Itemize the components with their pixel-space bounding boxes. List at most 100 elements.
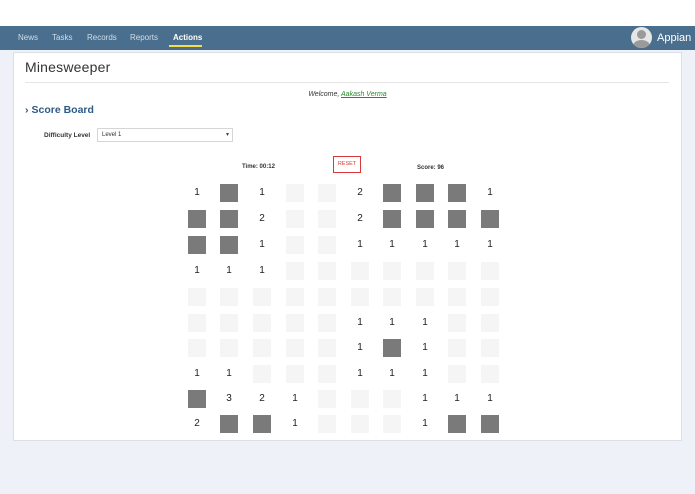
- board-cell-number[interactable]: 1: [253, 184, 271, 202]
- board-cell-unrevealed[interactable]: [220, 415, 238, 433]
- board-cell-unrevealed[interactable]: [481, 415, 499, 433]
- board-cell-unrevealed[interactable]: [448, 184, 466, 202]
- board-cell-number[interactable]: 1: [286, 390, 304, 408]
- board-cell-empty[interactable]: [253, 288, 271, 306]
- board-cell-number[interactable]: 1: [286, 415, 304, 433]
- board-cell-empty[interactable]: [448, 288, 466, 306]
- board-cell-empty[interactable]: [188, 339, 206, 357]
- board-cell-empty[interactable]: [383, 288, 401, 306]
- board-cell-empty[interactable]: [351, 262, 369, 280]
- board-cell-unrevealed[interactable]: [220, 210, 238, 228]
- board-cell-empty[interactable]: [188, 314, 206, 332]
- board-cell-number[interactable]: 2: [188, 415, 206, 433]
- board-cell-number[interactable]: 1: [188, 184, 206, 202]
- board-cell-number[interactable]: 2: [253, 210, 271, 228]
- score-board-section-header[interactable]: › Score Board: [25, 104, 94, 116]
- board-cell-number[interactable]: 1: [188, 262, 206, 280]
- board-cell-empty[interactable]: [286, 288, 304, 306]
- board-cell-empty[interactable]: [351, 390, 369, 408]
- board-cell-number[interactable]: 1: [416, 415, 434, 433]
- board-cell-number[interactable]: 1: [416, 236, 434, 254]
- board-cell-number[interactable]: 1: [481, 184, 499, 202]
- board-cell-number[interactable]: 1: [351, 236, 369, 254]
- board-cell-unrevealed[interactable]: [188, 390, 206, 408]
- user-avatar-icon[interactable]: [631, 27, 652, 48]
- board-cell-empty[interactable]: [448, 262, 466, 280]
- board-cell-unrevealed[interactable]: [220, 184, 238, 202]
- board-cell-empty[interactable]: [481, 365, 499, 383]
- board-cell-empty[interactable]: [448, 365, 466, 383]
- board-cell-empty[interactable]: [220, 339, 238, 357]
- board-cell-empty[interactable]: [318, 262, 336, 280]
- board-cell-empty[interactable]: [383, 390, 401, 408]
- board-cell-number[interactable]: 1: [351, 314, 369, 332]
- board-cell-empty[interactable]: [383, 262, 401, 280]
- board-cell-number[interactable]: 1: [253, 262, 271, 280]
- board-cell-empty[interactable]: [351, 415, 369, 433]
- board-cell-empty[interactable]: [253, 365, 271, 383]
- nav-tab-reports[interactable]: Reports: [130, 26, 158, 50]
- board-cell-empty[interactable]: [188, 288, 206, 306]
- board-cell-unrevealed[interactable]: [416, 184, 434, 202]
- board-cell-empty[interactable]: [318, 314, 336, 332]
- board-cell-number[interactable]: 1: [351, 339, 369, 357]
- board-cell-number[interactable]: 2: [351, 184, 369, 202]
- board-cell-number[interactable]: 2: [351, 210, 369, 228]
- board-cell-number[interactable]: 1: [220, 365, 238, 383]
- board-cell-unrevealed[interactable]: [448, 415, 466, 433]
- board-cell-empty[interactable]: [318, 184, 336, 202]
- board-cell-unrevealed[interactable]: [188, 210, 206, 228]
- board-cell-number[interactable]: 1: [383, 236, 401, 254]
- board-cell-unrevealed[interactable]: [383, 184, 401, 202]
- board-cell-empty[interactable]: [286, 365, 304, 383]
- board-cell-empty[interactable]: [286, 236, 304, 254]
- board-cell-empty[interactable]: [481, 262, 499, 280]
- board-cell-empty[interactable]: [220, 288, 238, 306]
- board-cell-empty[interactable]: [318, 288, 336, 306]
- board-cell-empty[interactable]: [286, 262, 304, 280]
- board-cell-empty[interactable]: [416, 262, 434, 280]
- board-cell-empty[interactable]: [286, 314, 304, 332]
- board-cell-number[interactable]: 1: [416, 365, 434, 383]
- board-cell-number[interactable]: 1: [416, 314, 434, 332]
- board-cell-number[interactable]: 1: [351, 365, 369, 383]
- board-cell-unrevealed[interactable]: [448, 210, 466, 228]
- board-cell-empty[interactable]: [318, 210, 336, 228]
- board-cell-number[interactable]: 1: [383, 314, 401, 332]
- board-cell-empty[interactable]: [416, 288, 434, 306]
- board-cell-empty[interactable]: [253, 339, 271, 357]
- board-cell-empty[interactable]: [318, 236, 336, 254]
- board-cell-unrevealed[interactable]: [383, 339, 401, 357]
- reset-button[interactable]: RESET: [333, 156, 361, 173]
- board-cell-empty[interactable]: [448, 339, 466, 357]
- board-cell-number[interactable]: 2: [253, 390, 271, 408]
- board-cell-number[interactable]: 1: [188, 365, 206, 383]
- board-cell-unrevealed[interactable]: [383, 210, 401, 228]
- difficulty-dropdown[interactable]: Level 1 ▾: [97, 128, 233, 142]
- board-cell-unrevealed[interactable]: [253, 415, 271, 433]
- board-cell-unrevealed[interactable]: [220, 236, 238, 254]
- board-cell-number[interactable]: 1: [448, 236, 466, 254]
- board-cell-number[interactable]: 1: [253, 236, 271, 254]
- board-cell-empty[interactable]: [286, 210, 304, 228]
- board-cell-number[interactable]: 1: [383, 365, 401, 383]
- board-cell-empty[interactable]: [253, 314, 271, 332]
- nav-tab-records[interactable]: Records: [87, 26, 117, 50]
- board-cell-empty[interactable]: [481, 288, 499, 306]
- welcome-user-link[interactable]: Aakash Verma: [341, 91, 387, 98]
- board-cell-unrevealed[interactable]: [188, 236, 206, 254]
- board-cell-empty[interactable]: [351, 288, 369, 306]
- board-cell-empty[interactable]: [318, 390, 336, 408]
- board-cell-number[interactable]: 1: [481, 236, 499, 254]
- board-cell-empty[interactable]: [318, 415, 336, 433]
- board-cell-empty[interactable]: [286, 339, 304, 357]
- board-cell-unrevealed[interactable]: [416, 210, 434, 228]
- board-cell-empty[interactable]: [383, 415, 401, 433]
- appian-logo[interactable]: Appian: [657, 26, 691, 50]
- board-cell-number[interactable]: 1: [448, 390, 466, 408]
- board-cell-number[interactable]: 1: [416, 339, 434, 357]
- board-cell-number[interactable]: 3: [220, 390, 238, 408]
- board-cell-empty[interactable]: [481, 339, 499, 357]
- nav-tab-tasks[interactable]: Tasks: [52, 26, 72, 50]
- board-cell-unrevealed[interactable]: [481, 210, 499, 228]
